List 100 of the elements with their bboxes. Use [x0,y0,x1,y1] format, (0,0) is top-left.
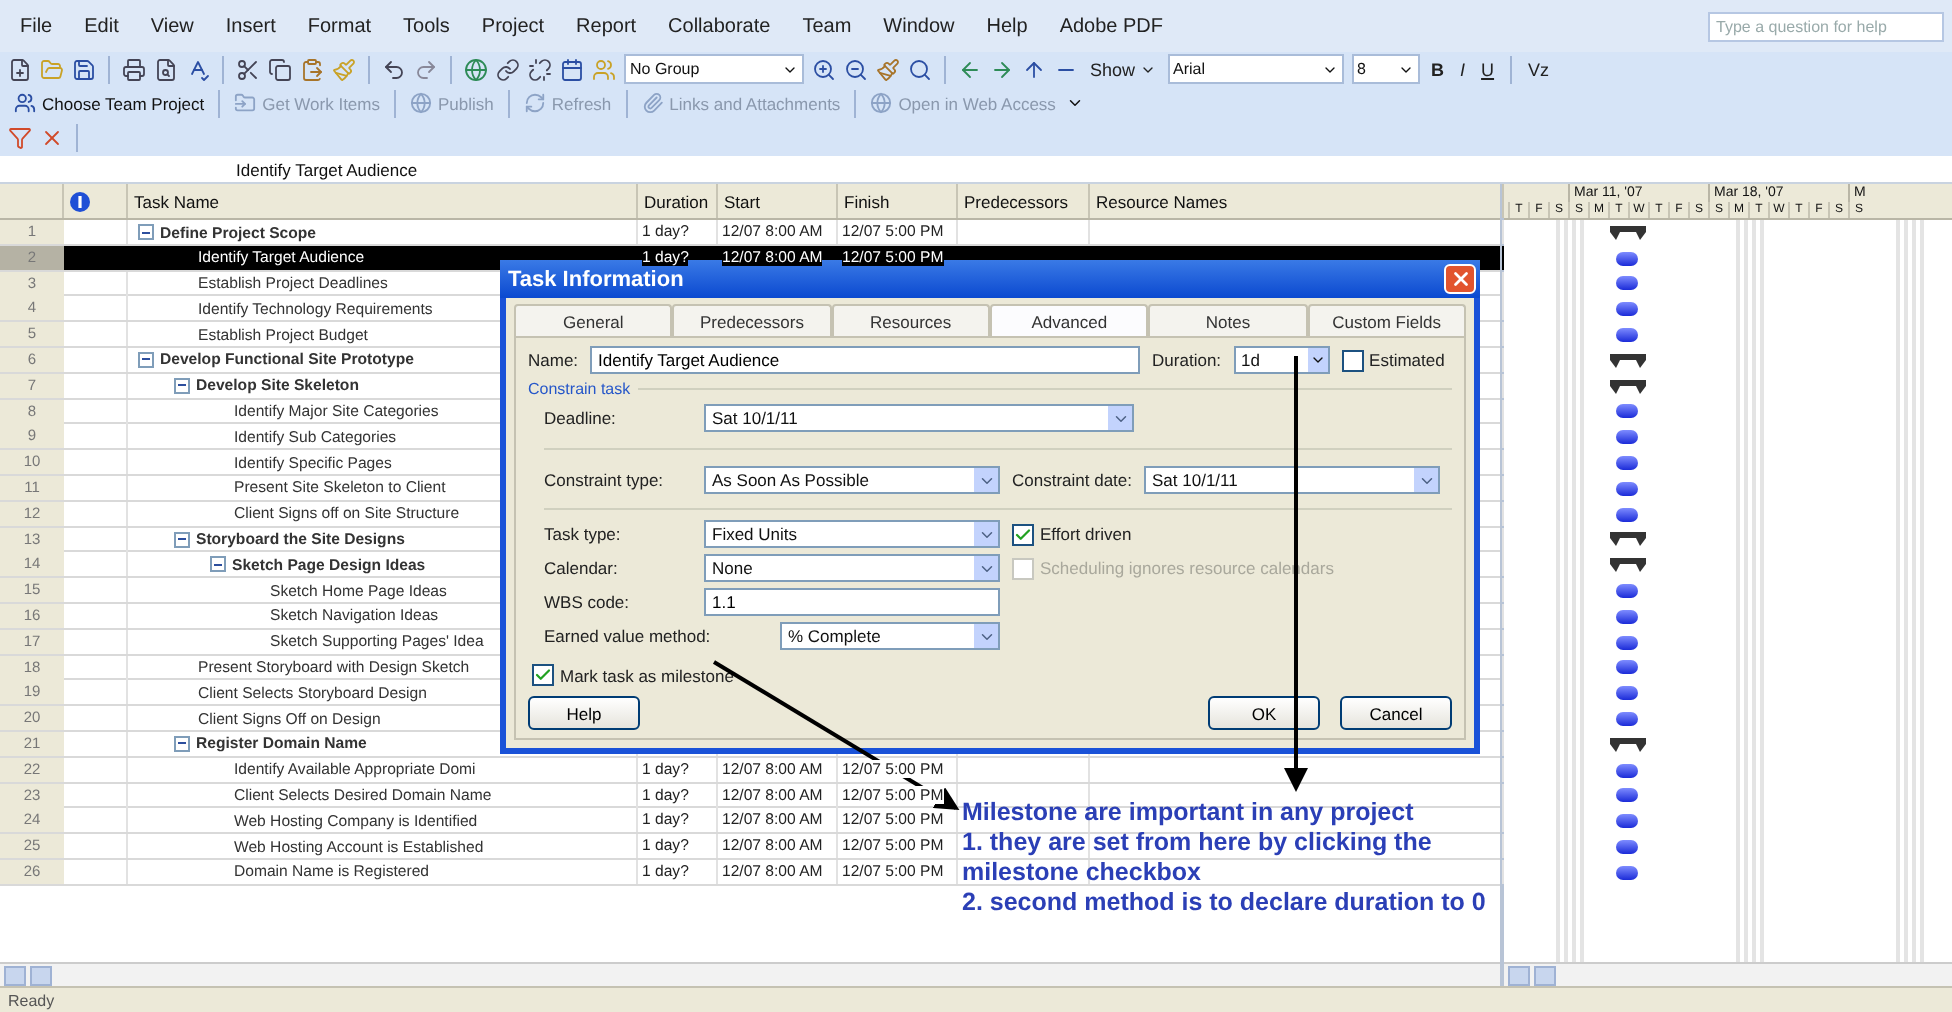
spin-button[interactable] [1307,348,1328,372]
collapse-toggle[interactable] [138,351,154,368]
summary-bar[interactable] [1610,532,1646,547]
task-bar[interactable] [1616,584,1638,599]
milestone-checkbox[interactable]: Mark task as milestone [532,664,734,686]
group-dropdown[interactable]: No Group [624,54,804,84]
show-button[interactable]: Show [1086,59,1160,79]
menu-item[interactable]: Format [295,15,384,37]
column-header[interactable]: Predecessors [958,184,1090,218]
menu-item[interactable]: Insert [213,15,288,37]
arrow-left-icon[interactable] [958,57,982,81]
task-type-dropdown[interactable]: Fixed Units [704,520,1000,548]
wbs-code-field[interactable]: 1.1 [704,588,1000,616]
summary-bar[interactable] [1610,558,1646,573]
menu-item[interactable]: Window [871,15,967,37]
name-field[interactable]: Identify Target Audience [590,346,1141,374]
new-file-icon[interactable] [8,57,32,81]
dropdown-button[interactable] [1414,468,1439,492]
italic-button[interactable]: I [1456,59,1470,79]
underline-button[interactable]: U [1477,59,1499,79]
dialog-tab[interactable]: Resources [831,304,990,336]
deadline-dropdown[interactable]: Sat 10/1/11 [704,404,1134,432]
calendar-dropdown[interactable]: None [704,554,1000,582]
copy-icon[interactable] [268,57,292,81]
unlink-icon[interactable] [528,57,552,81]
filter-icon[interactable] [8,126,32,150]
help-search-field[interactable]: Type a question for help [1708,11,1944,41]
close-button[interactable] [1444,264,1476,294]
estimated-checkbox[interactable]: Estimated [1341,349,1445,371]
scrollbar-thumb[interactable] [1534,965,1556,985]
task-bar[interactable] [1616,456,1638,471]
save-icon[interactable] [72,57,96,81]
effort-driven-checkbox[interactable]: Effort driven [1012,523,1132,545]
task-bar[interactable] [1616,302,1638,317]
printer-icon[interactable] [122,57,146,81]
column-header[interactable]: Finish [838,184,958,218]
filter-button[interactable]: Vz [1524,59,1554,79]
link-icon[interactable] [496,57,520,81]
team-toolbar-button[interactable]: Choose Team Project [8,92,211,114]
zoom-out-icon[interactable] [844,57,868,81]
task-bar[interactable] [1616,430,1638,445]
dropdown-button[interactable] [974,624,998,648]
dropdown-button[interactable] [974,468,998,492]
summary-bar[interactable] [1610,379,1646,394]
collapse-toggle[interactable] [210,556,226,573]
scrollbar[interactable] [0,962,1500,986]
task-bar[interactable] [1616,660,1638,675]
collapse-toggle[interactable] [138,224,154,240]
dialog-button[interactable]: Cancel [1340,696,1452,730]
scrollbar-thumb[interactable] [30,965,52,985]
redo-icon[interactable] [414,57,438,81]
dialog-tab[interactable]: Notes [1148,304,1308,336]
bold-button[interactable]: B [1427,59,1449,79]
task-bar[interactable] [1616,251,1638,266]
dropdown-button[interactable] [974,522,998,546]
dialog-tab[interactable]: Custom Fields [1307,304,1466,336]
task-bar[interactable] [1616,481,1638,496]
menu-item[interactable]: Project [469,15,557,37]
search-icon[interactable] [908,57,932,81]
task-bar[interactable] [1616,840,1638,855]
task-bar[interactable] [1616,788,1638,803]
constraint-type-dropdown[interactable]: As Soon As Possible [704,466,1000,494]
summary-bar[interactable] [1610,225,1646,240]
more-icon[interactable] [1065,94,1084,112]
calendar-icon[interactable] [560,57,584,81]
spell-check-icon[interactable] [186,57,210,81]
scissors-icon[interactable] [236,57,260,81]
column-header[interactable]: Start [718,184,838,218]
arrow-right-icon[interactable] [990,57,1014,81]
collapse-toggle[interactable] [174,735,190,752]
zoom-in-icon[interactable] [812,57,836,81]
font-dropdown[interactable]: Arial [1167,54,1344,84]
dialog-button[interactable]: OK [1208,696,1320,730]
task-bar[interactable] [1616,276,1638,291]
task-bar[interactable] [1616,712,1638,727]
earned-value-dropdown[interactable]: % Complete [780,622,1000,650]
summary-bar[interactable] [1610,737,1646,752]
menu-item[interactable]: Team [790,15,864,37]
scrollbar[interactable] [1504,962,1952,986]
menu-item[interactable]: Edit [72,15,131,37]
brush-icon[interactable] [876,57,900,81]
summary-bar[interactable] [1610,353,1646,368]
menu-item[interactable]: Collaborate [656,15,783,37]
task-bar[interactable] [1616,814,1638,829]
collapse-toggle[interactable] [174,377,190,394]
menu-item[interactable]: Tools [391,15,462,37]
task-bar[interactable] [1616,609,1638,624]
dropdown-button[interactable] [974,556,998,580]
task-bar[interactable] [1616,635,1638,650]
task-bar[interactable] [1616,328,1638,343]
task-bar[interactable] [1616,686,1638,701]
task-bar[interactable] [1616,404,1638,419]
duration-field[interactable]: 1d [1233,346,1330,374]
menu-item[interactable]: File [8,15,65,37]
font-size-dropdown[interactable]: 8 [1351,54,1420,84]
globe-icon[interactable] [464,57,488,81]
undo-icon[interactable] [382,57,406,81]
dialog-tab[interactable]: General [514,304,673,336]
paste-icon[interactable] [300,57,324,81]
dialog-button[interactable]: Help [528,696,640,730]
